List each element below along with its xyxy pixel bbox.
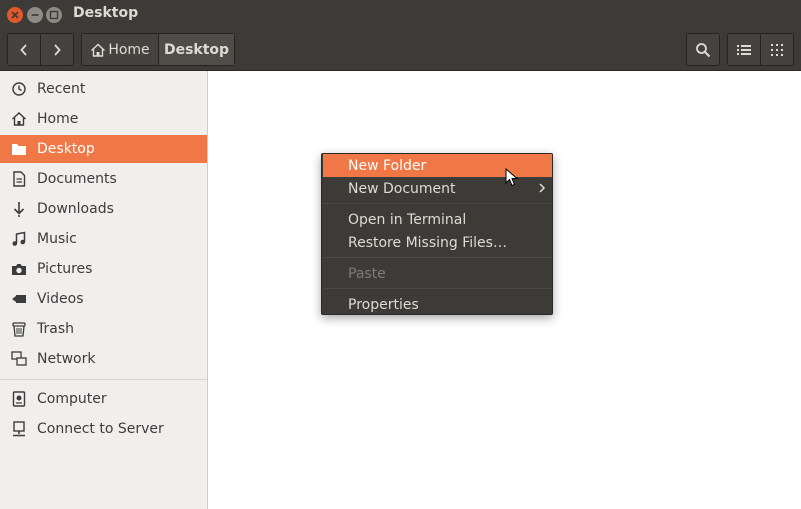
sidebar-item-label: Videos xyxy=(37,291,84,307)
sidebar-item-label: Network xyxy=(37,351,96,367)
menu-separator xyxy=(323,257,552,258)
breadcrumb: Home Desktop xyxy=(81,33,235,66)
sidebar-item-label: Computer xyxy=(37,391,107,407)
sidebar-item-label: Documents xyxy=(37,171,117,187)
sidebar-item-pictures[interactable]: Pictures xyxy=(0,255,207,283)
menu-item-paste: Paste xyxy=(323,262,552,285)
close-window-button[interactable] xyxy=(7,7,23,23)
sidebar-item-label: Music xyxy=(37,231,77,247)
list-view-icon xyxy=(737,44,751,55)
sidebar-item-label: Pictures xyxy=(37,261,93,277)
sidebar-item-trash[interactable]: Trash xyxy=(0,315,207,343)
sidebar-item-computer[interactable]: Computer xyxy=(0,385,207,413)
sidebar-item-connect-to-server[interactable]: Connect to Server xyxy=(0,415,207,443)
chevron-left-icon xyxy=(20,43,27,56)
sidebar-divider xyxy=(0,379,207,380)
computer-icon xyxy=(0,391,37,407)
sidebar-item-label: Recent xyxy=(37,81,86,97)
menu-item-open-in-terminal[interactable]: Open in Terminal xyxy=(323,208,552,231)
submenu-arrow-icon xyxy=(539,183,546,193)
menu-separator xyxy=(323,203,552,204)
menu-item-label: New Folder xyxy=(348,157,427,174)
sidebar-item-home[interactable]: Home xyxy=(0,105,207,133)
sidebar-item-desktop[interactable]: Desktop xyxy=(0,135,207,163)
sidebar-item-label: Home xyxy=(37,111,79,127)
sidebar-item-music[interactable]: Music xyxy=(0,225,207,253)
folder-icon xyxy=(0,142,37,156)
home-icon xyxy=(0,111,37,127)
document-icon xyxy=(0,171,37,187)
toolbar: Home Desktop xyxy=(0,29,801,71)
grid-view-icon xyxy=(770,43,783,56)
navigation-buttons xyxy=(7,33,74,66)
back-button[interactable] xyxy=(8,34,40,65)
breadcrumb-desktop-label: Desktop xyxy=(163,41,230,58)
grid-view-button[interactable] xyxy=(760,34,792,65)
window-title: Desktop xyxy=(73,5,139,21)
maximize-icon xyxy=(49,10,59,20)
minimize-window-button[interactable] xyxy=(27,7,43,23)
sidebar: Recent Home Desktop Documents Downloads … xyxy=(0,71,208,509)
search-icon xyxy=(696,42,711,57)
search-button[interactable] xyxy=(687,34,719,65)
sidebar-item-videos[interactable]: Videos xyxy=(0,285,207,313)
forward-button[interactable] xyxy=(40,34,72,65)
menu-item-label: Properties xyxy=(348,296,419,313)
sidebar-item-label: Connect to Server xyxy=(37,421,164,437)
menu-item-restore-missing-files[interactable]: Restore Missing Files… xyxy=(323,231,552,254)
sidebar-item-network[interactable]: Network xyxy=(0,345,207,373)
search-button-group xyxy=(686,33,720,66)
trash-icon xyxy=(0,321,37,337)
title-bar: Desktop xyxy=(0,0,801,29)
sidebar-item-downloads[interactable]: Downloads xyxy=(0,195,207,223)
close-icon xyxy=(11,11,19,19)
sidebar-item-label: Downloads xyxy=(37,201,114,217)
network-icon xyxy=(0,351,37,367)
sidebar-item-documents[interactable]: Documents xyxy=(0,165,207,193)
camera-icon xyxy=(0,262,37,276)
breadcrumb-home[interactable]: Home xyxy=(82,34,158,65)
menu-separator xyxy=(323,288,552,289)
maximize-window-button[interactable] xyxy=(46,7,62,23)
music-icon xyxy=(0,231,37,247)
server-icon xyxy=(0,421,37,437)
list-view-button[interactable] xyxy=(728,34,760,65)
menu-item-label: Restore Missing Files… xyxy=(348,234,507,251)
breadcrumb-desktop[interactable]: Desktop xyxy=(158,34,234,65)
sidebar-item-label: Desktop xyxy=(37,141,95,157)
mouse-cursor-icon xyxy=(505,168,519,187)
clock-icon xyxy=(0,81,37,97)
sidebar-item-recent[interactable]: Recent xyxy=(0,75,207,103)
chevron-right-icon xyxy=(53,43,61,56)
minimize-icon xyxy=(31,14,39,16)
menu-item-label: Paste xyxy=(348,265,386,282)
breadcrumb-home-label: Home xyxy=(108,41,150,58)
download-icon xyxy=(0,201,37,217)
view-mode-buttons xyxy=(727,33,794,66)
menu-item-properties[interactable]: Properties xyxy=(323,293,552,316)
home-icon xyxy=(91,43,106,57)
menu-item-label: New Document xyxy=(348,180,456,197)
sidebar-item-label: Trash xyxy=(37,321,74,337)
video-icon xyxy=(0,293,37,305)
menu-item-label: Open in Terminal xyxy=(348,211,467,228)
